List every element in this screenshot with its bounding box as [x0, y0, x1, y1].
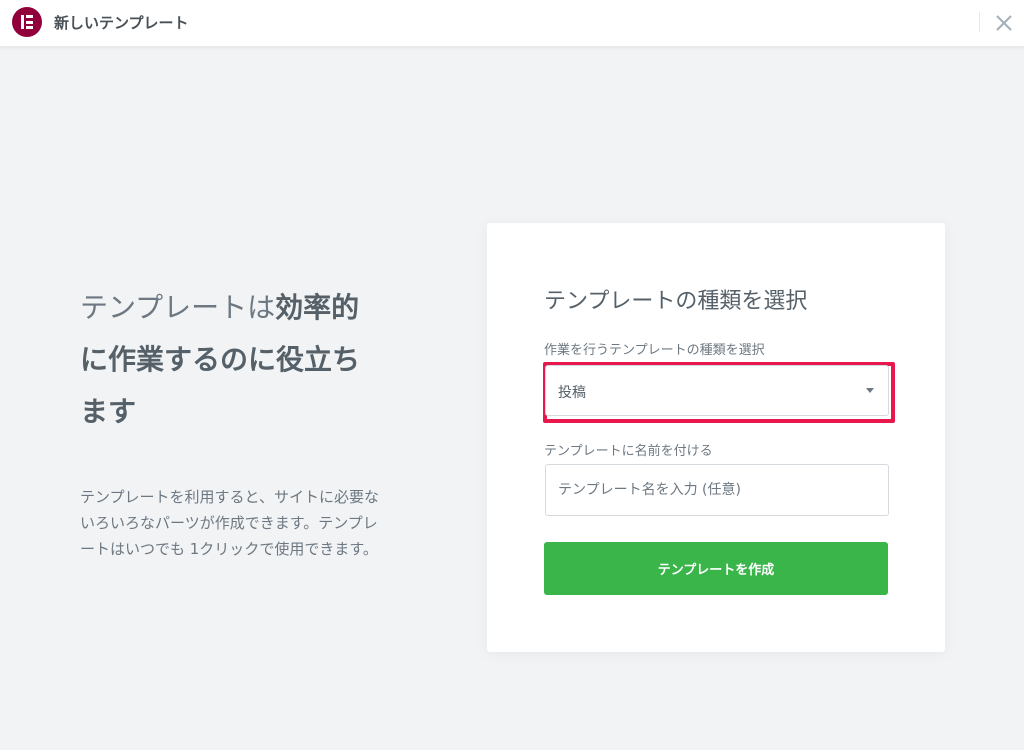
template-type-label: 作業を行うテンプレートの種類を選択 [544, 343, 765, 358]
dialog-title: 新しいテンプレート [54, 14, 189, 32]
template-name-input[interactable] [545, 464, 889, 516]
template-form-card: テンプレートの種類を選択 作業を行うテンプレートの種類を選択 投稿 テンプレート… [487, 223, 945, 652]
close-icon[interactable] [993, 12, 1015, 34]
template-name-label: テンプレートに名前を付ける [544, 444, 713, 459]
template-type-select[interactable]: 投稿 [545, 365, 889, 416]
intro-section: テンプレートは効率的に作業するのに役立ちます テンプレートを利用すると、サイトに… [80, 282, 380, 562]
intro-title: テンプレートは効率的に作業するのに役立ちます [80, 282, 380, 438]
header-divider [979, 12, 980, 32]
form-title: テンプレートの種類を選択 [544, 289, 808, 314]
create-template-button[interactable]: テンプレートを作成 [544, 542, 888, 595]
caret-down-icon [866, 388, 874, 393]
intro-title-normal: テンプレートは [80, 291, 276, 324]
template-type-value: 投稿 [558, 385, 586, 401]
intro-description: テンプレートを利用すると、サイトに必要ないろいろなパーツが作成できます。テンプレ… [80, 488, 379, 558]
top-bar: 新しいテンプレート [0, 0, 1024, 47]
elementor-logo-icon [12, 7, 42, 37]
